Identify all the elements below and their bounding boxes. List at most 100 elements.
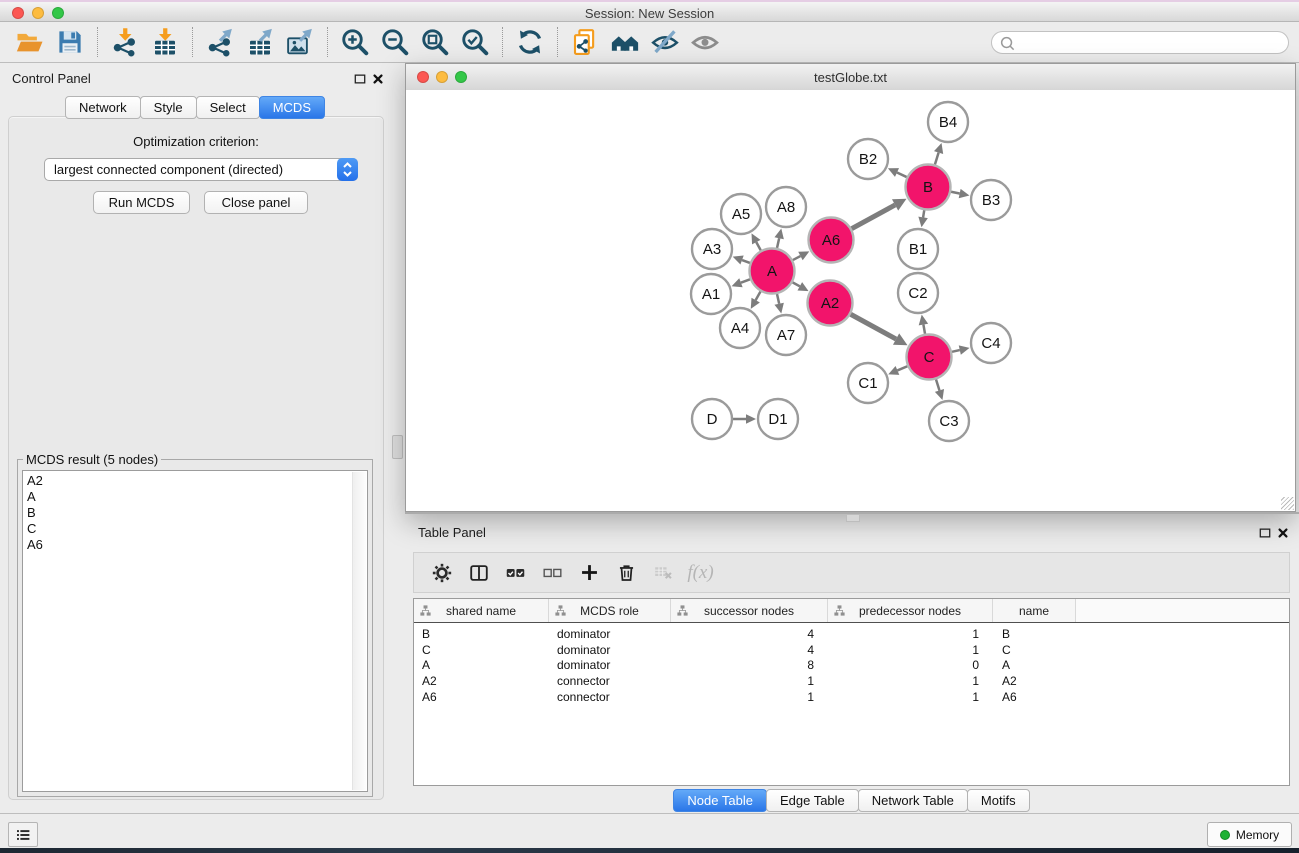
graph-edge-A-A6[interactable] [793,256,801,260]
table-cell[interactable]: 8 [671,658,828,672]
column-header-name[interactable]: name [993,599,1076,622]
tab-mcds[interactable]: MCDS [259,96,325,119]
save-button[interactable] [50,25,90,59]
table-cell[interactable]: C [414,643,549,657]
node-table[interactable]: shared nameMCDS rolesuccessor nodesprede… [413,598,1290,786]
open-folder-button[interactable] [10,25,50,59]
table-cell[interactable]: 4 [671,627,828,641]
table-cell[interactable]: 4 [671,643,828,657]
table-tab-node-table[interactable]: Node Table [673,789,767,812]
mcds-result-item[interactable]: B [23,505,367,521]
tab-select[interactable]: Select [196,96,260,119]
gear-button[interactable] [423,557,460,589]
table-cell[interactable]: 1 [671,674,828,688]
table-cell[interactable]: A [414,658,549,672]
optimization-select[interactable]: largest connected component (directed) [44,158,358,181]
table-row[interactable]: Bdominator41B [414,626,1289,642]
clear-all-button[interactable] [534,557,571,589]
table-cell[interactable]: 1 [828,690,993,704]
show-panels-button[interactable] [8,822,38,847]
table-cell[interactable]: dominator [549,658,671,672]
graph-edge-A-A5[interactable] [756,242,760,250]
graph-edge-A-A8[interactable] [777,238,779,248]
column-header-predecessor-nodes[interactable]: predecessor nodes [828,599,993,622]
export-table-button[interactable] [240,25,280,59]
table-cell[interactable]: B [993,627,1076,641]
table-tab-motifs[interactable]: Motifs [967,789,1030,812]
table-cell[interactable]: dominator [549,627,671,641]
mcds-result-item[interactable]: A [23,489,367,505]
table-cell[interactable]: 1 [828,674,993,688]
zoom-fit-button[interactable] [415,25,455,59]
mcds-result-item[interactable]: A6 [23,537,367,553]
graph-edge-B-B4[interactable] [935,153,939,165]
zoom-out-button[interactable] [375,25,415,59]
search-box[interactable] [991,31,1289,54]
graph-edge-C-C1[interactable] [897,366,907,370]
table-cell[interactable]: A6 [414,690,549,704]
window-resize-grip[interactable] [1281,497,1294,510]
refresh-button[interactable] [510,25,550,59]
graph-edge-B-B3[interactable] [951,192,960,194]
graph-edge-C-C4[interactable] [952,350,960,352]
float-panel-button[interactable] [353,72,367,86]
eye-button[interactable] [685,25,725,59]
scrollbar-track[interactable] [352,472,366,790]
table-cell[interactable]: 1 [671,690,828,704]
zoom-in-button[interactable] [335,25,375,59]
table-cell[interactable]: 1 [828,627,993,641]
trash-button[interactable] [608,557,645,589]
import-network-button[interactable] [105,25,145,59]
table-cell[interactable]: connector [549,674,671,688]
clone-network-button[interactable] [565,25,605,59]
graph-edge-A2-C[interactable] [851,314,896,339]
table-cell[interactable]: B [414,627,549,641]
graph-edge-B-B1[interactable] [923,210,924,217]
graph-edge-A-A2[interactable] [793,282,800,286]
network-canvas[interactable]: AA1A2A3A4A5A6A7A8BB1B2B3B4CC1C2C3C4DD1 [406,90,1295,511]
mcds-result-list[interactable]: A2ABCA6 [22,470,368,792]
table-cell[interactable]: 1 [828,643,993,657]
search-input[interactable] [1018,33,1282,54]
tab-network[interactable]: Network [65,96,141,119]
select-all-button[interactable] [497,557,534,589]
table-row[interactable]: A2connector11A2 [414,673,1289,689]
table-row[interactable]: A6connector11A6 [414,689,1289,705]
run-mcds-button[interactable]: Run MCDS [93,191,190,214]
table-cell[interactable]: dominator [549,643,671,657]
table-close-button[interactable] [1276,526,1290,540]
graph-edge-C-C3[interactable] [936,379,939,390]
houses-button[interactable] [605,25,645,59]
table-row[interactable]: Adominator80A [414,657,1289,673]
table-cell[interactable]: C [993,643,1076,657]
table-float-button[interactable] [1258,526,1272,540]
mcds-result-item[interactable]: C [23,521,367,537]
panel-splitter[interactable] [391,63,405,813]
zoom-check-button[interactable] [455,25,495,59]
close-panel-button[interactable] [371,72,385,86]
graph-edge-A6-B[interactable] [852,205,895,229]
table-cell[interactable]: 0 [828,658,993,672]
table-cell[interactable]: A [993,658,1076,672]
split-columns-button[interactable] [460,557,497,589]
graph-edge-B-B2[interactable] [897,173,907,178]
close-panel-action-button[interactable]: Close panel [204,191,308,214]
column-header-MCDS-role[interactable]: MCDS role [549,599,671,622]
table-row[interactable]: Cdominator41C [414,642,1289,658]
graph-edge-A-A1[interactable] [741,279,750,282]
splitter-grip[interactable] [392,435,403,459]
network-graph[interactable]: AA1A2A3A4A5A6A7A8BB1B2B3B4CC1C2C3C4DD1 [406,90,1295,511]
plus-button[interactable] [571,557,608,589]
tab-style[interactable]: Style [140,96,197,119]
graph-edge-A-A4[interactable] [756,291,761,300]
graph-edge-A-A7[interactable] [777,294,779,304]
import-table-button[interactable] [145,25,185,59]
table-cell[interactable]: connector [549,690,671,704]
graph-edge-C-C2[interactable] [923,325,925,334]
table-cell[interactable]: A6 [993,690,1076,704]
table-cell[interactable]: A2 [993,674,1076,688]
mcds-result-item[interactable]: A2 [23,473,367,489]
export-image-button[interactable] [280,25,320,59]
column-header-shared-name[interactable]: shared name [414,599,549,622]
eye-slash-button[interactable] [645,25,685,59]
